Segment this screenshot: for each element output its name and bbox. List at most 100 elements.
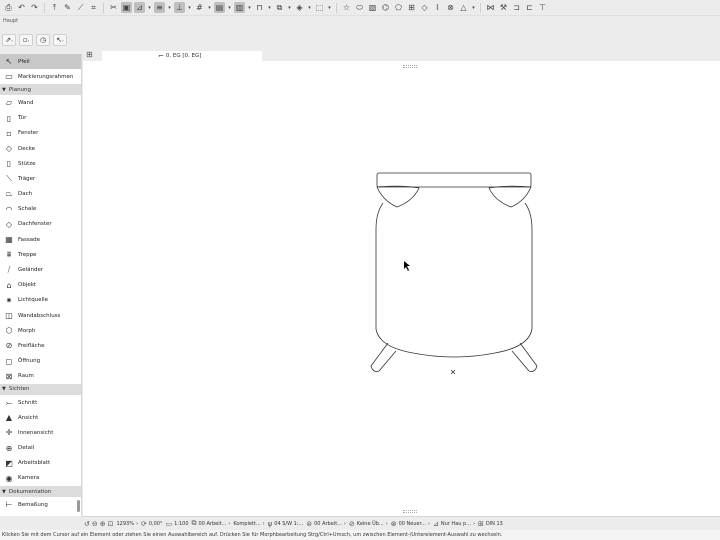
chevron-down-icon[interactable]: ▾ xyxy=(207,2,212,13)
tool-lichtquelle[interactable]: ✷ Lichtquelle xyxy=(0,293,81,308)
chevron-down-icon[interactable]: ▾ xyxy=(247,2,252,13)
pick-up-icon[interactable]: ⤒ xyxy=(49,2,60,13)
dimension-standard-control[interactable]: ⊞ DIN 13 xyxy=(478,520,503,528)
tool-geländer[interactable]: ⧸ Geländer xyxy=(0,262,81,277)
snap-guide-icon[interactable]: ≡ xyxy=(154,2,165,13)
tool-wand[interactable]: ▱ Wand xyxy=(0,95,81,110)
renovation-filter-control[interactable]: ⊗ 00 Neuer... › xyxy=(391,520,430,528)
zoom-out-icon[interactable]: ⊖ xyxy=(92,520,98,528)
cloud-icon[interactable]: ⬭ xyxy=(354,2,365,13)
tool-bemaßung[interactable]: ⊢ Bemaßung xyxy=(0,497,81,512)
overrides-control[interactable]: ⊘ Keine Üb... › xyxy=(349,520,388,528)
wrench-icon[interactable]: ⚒ xyxy=(498,2,509,13)
tool-innenansicht[interactable]: ✛ Innenansicht xyxy=(0,425,81,440)
navigation-controls[interactable]: ↺ ⊖ ⊕ ⊡ xyxy=(84,520,114,528)
tool-stütze[interactable]: ▯ Stütze xyxy=(0,156,81,171)
tool-fenster[interactable]: ▫ Fenster xyxy=(0,126,81,141)
publish-icon[interactable]: ⬚ xyxy=(314,2,325,13)
layer-combination-icon[interactable]: ▤ xyxy=(214,2,225,13)
chevron-down-icon[interactable]: ▾ xyxy=(307,2,312,13)
tool-tür[interactable]: ▯ Tür xyxy=(0,111,81,126)
tool-arrow[interactable]: ↖ Pfeil xyxy=(0,54,81,70)
undo-icon[interactable]: ↶ xyxy=(16,2,27,13)
tag-icon[interactable]: ◇ xyxy=(419,2,430,13)
chevron-down-icon[interactable]: ▾ xyxy=(147,2,152,13)
tool-freifläche[interactable]: ⊘ Freifläche xyxy=(0,338,81,353)
scale-control[interactable]: ▭ 1:100 xyxy=(166,520,189,528)
angle-control[interactable]: ⟳ 0,00° xyxy=(141,520,163,528)
grid-icon[interactable]: # xyxy=(194,2,205,13)
measure-icon[interactable]: ⌬ xyxy=(380,2,391,13)
geometry-method-button[interactable]: ⇗ › xyxy=(2,34,16,46)
save-icon[interactable]: ⎙ xyxy=(3,2,14,13)
toolbox-scrollbar[interactable] xyxy=(77,500,80,512)
arrow-tool-button[interactable]: ↖ › xyxy=(53,34,67,46)
canvas-resize-handle[interactable] xyxy=(403,510,417,513)
chevron-down-icon[interactable]: ▾ xyxy=(267,2,272,13)
split-icon[interactable]: ⊐ xyxy=(511,2,522,13)
pen-set-control[interactable]: ψ 04 S/W 1:... xyxy=(268,520,304,528)
triangle-icon[interactable]: △ xyxy=(458,2,469,13)
tool-dach[interactable]: ⏢ Dach xyxy=(0,187,81,202)
fit-window-icon[interactable]: ⊡ xyxy=(108,520,114,528)
hotlink-icon[interactable]: ⊞ xyxy=(406,2,417,13)
tool-raum[interactable]: ⊠ Raum xyxy=(0,369,81,384)
tool-fassade[interactable]: ▦ Fassade xyxy=(0,232,81,247)
arrange-icon[interactable]: ⧉ xyxy=(274,2,285,13)
layer-combination-control[interactable]: ⧉ 00 Arbeit... › xyxy=(192,519,231,528)
rotation-button[interactable]: ◷ xyxy=(36,34,50,46)
gravity-icon[interactable]: ⊥ xyxy=(174,2,185,13)
tool-marquee[interactable]: ▭ Markierungsrahmen xyxy=(0,69,81,84)
chevron-down-icon[interactable]: ▾ xyxy=(167,2,172,13)
chevron-down-icon[interactable]: ▾ xyxy=(327,2,332,13)
zoom-in-icon[interactable]: ⊕ xyxy=(100,520,106,528)
eyedropper-icon[interactable]: ⟋ xyxy=(75,2,86,13)
chevron-down-icon[interactable]: ▾ xyxy=(287,2,292,13)
teamwork-icon[interactable]: ◈ xyxy=(294,2,305,13)
mirror-icon[interactable]: ⋈ xyxy=(485,2,496,13)
properties-icon[interactable]: ⬠ xyxy=(393,2,404,13)
tab-overview-icon[interactable]: ⊞ xyxy=(86,51,96,59)
trim-icon[interactable]: ▣ xyxy=(121,2,132,13)
tool-kamera[interactable]: ◉ Kamera xyxy=(0,471,81,486)
tool-träger[interactable]: ⟍ Träger xyxy=(0,171,81,186)
library-icon[interactable]: ▧ xyxy=(367,2,378,13)
favorites-icon[interactable]: ☆ xyxy=(341,2,352,13)
wall-end-icon[interactable]: ⊏ xyxy=(524,2,535,13)
guide-icon[interactable]: ⊿ xyxy=(134,2,145,13)
model-view-control[interactable]: Komplett... › xyxy=(233,521,264,527)
chair-object[interactable] xyxy=(370,172,538,372)
magic-wand-icon[interactable]: ⌗ xyxy=(88,2,99,13)
canvas-resize-handle[interactable] xyxy=(403,65,417,68)
tool-detail[interactable]: ⊕ Detail xyxy=(0,441,81,456)
toolbox-group-dokumentation[interactable]: ▼ Dokumentation xyxy=(0,486,81,498)
toolbox-group-planung[interactable]: ▼ Planung xyxy=(0,84,81,96)
lock-icon[interactable]: ⊓ xyxy=(254,2,265,13)
tool-ansicht[interactable]: ▲ Ansicht xyxy=(0,410,81,425)
tool-öffnung[interactable]: ◻ Öffnung xyxy=(0,354,81,369)
inject-icon[interactable]: ✎ xyxy=(62,2,73,13)
tool-arbeitsblatt[interactable]: ◩ Arbeitsblatt xyxy=(0,456,81,471)
tool-schale[interactable]: ◠ Schale xyxy=(0,202,81,217)
selection-method-button[interactable]: ▫ › xyxy=(19,34,33,46)
zoom-control[interactable]: 1293% › xyxy=(117,521,138,527)
toolbox-group-sichten[interactable]: ▼ Sichten xyxy=(0,383,81,395)
back-icon[interactable]: ↺ xyxy=(84,520,90,528)
tool-objekt[interactable]: ⌂ Objekt xyxy=(0,278,81,293)
tool-wandabschluss[interactable]: ◫ Wandabschluss xyxy=(0,308,81,323)
tool-decke[interactable]: ◇ Decke xyxy=(0,141,81,156)
link-icon[interactable]: ⌇ xyxy=(432,2,443,13)
redo-icon[interactable]: ↷ xyxy=(29,2,40,13)
tool-treppe[interactable]: ⩩ Treppe xyxy=(0,247,81,262)
renovation-icon[interactable]: ⊗ xyxy=(445,2,456,13)
tool-morph[interactable]: ⬡ Morph xyxy=(0,323,81,338)
chevron-down-icon[interactable]: ▾ xyxy=(227,2,232,13)
elevation-icon[interactable]: ⊤ xyxy=(537,2,548,13)
group-icon[interactable]: ▥ xyxy=(234,2,245,13)
tool-schnitt[interactable]: ⤚ Schnitt xyxy=(0,395,81,410)
tool-dachfenster[interactable]: ◇ Dachfenster xyxy=(0,217,81,232)
scissors-icon[interactable]: ✂ xyxy=(108,2,119,13)
floor-plan-canvas[interactable] xyxy=(83,61,720,516)
tool-höhenbemaßung[interactable]: ⊹Höhenbemaßung xyxy=(0,512,81,516)
dimension-control[interactable]: ⊿ Nur Hau p... › xyxy=(433,520,475,528)
